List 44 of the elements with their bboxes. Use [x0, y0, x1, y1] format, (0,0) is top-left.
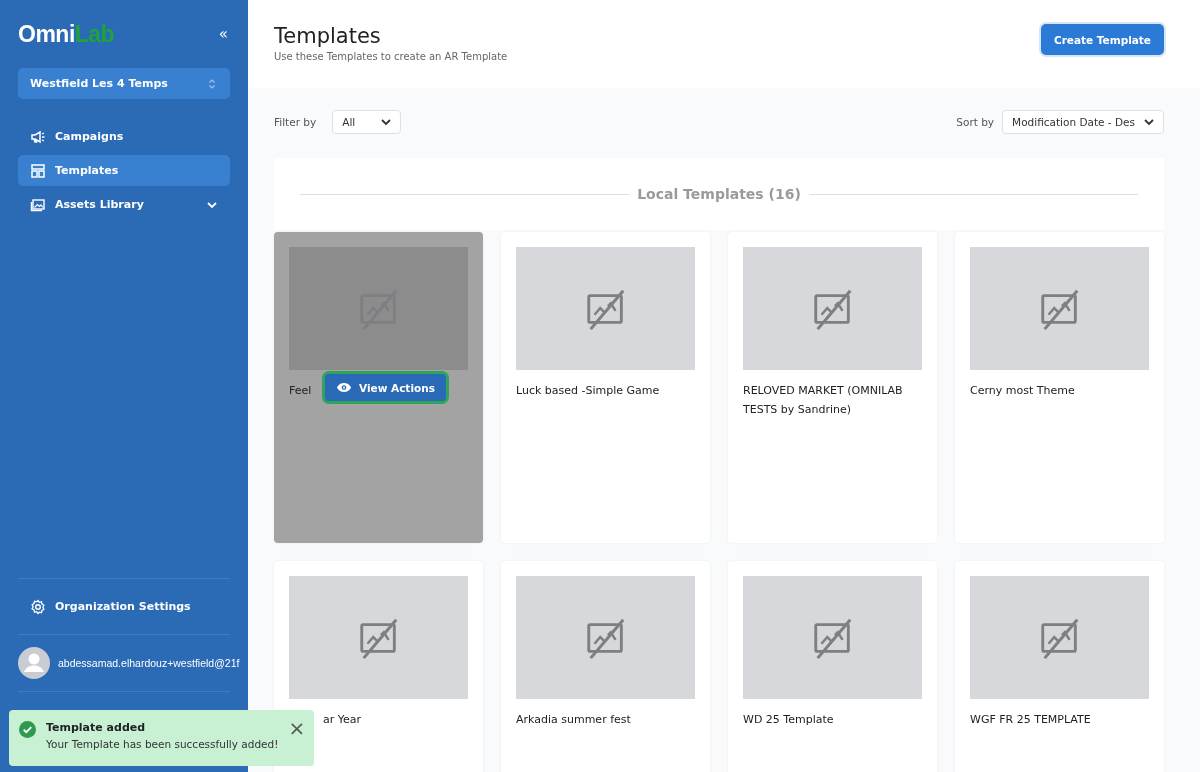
nav-item[interactable]: Templates: [18, 155, 230, 186]
nav-item[interactable]: Campaigns: [18, 121, 230, 152]
check-icon: [19, 721, 36, 738]
template-card[interactable]: Feel View Actions: [274, 232, 483, 543]
nav-item[interactable]: Assets Library: [18, 189, 230, 220]
card-title: Cerny most Theme: [970, 383, 1075, 399]
card-title: WD 25 Template: [743, 712, 834, 728]
avatar-icon: [18, 647, 50, 679]
card-title: Luck based -Simple Game: [516, 383, 660, 399]
chevron-icon: [380, 116, 393, 128]
template-card[interactable]: WD 25 Template: [728, 561, 937, 772]
eye-icon: [336, 382, 352, 393]
settings-icon: [30, 598, 46, 615]
collapse-button[interactable]: «: [216, 25, 230, 43]
section-title: Local Templates (16): [637, 186, 801, 202]
card-title: Arkadia summer fest: [516, 712, 631, 728]
megaphone-icon: [30, 128, 46, 145]
template-card[interactable]: Arkadia summer fest: [501, 561, 710, 772]
toast-title: Template added: [46, 721, 147, 734]
layout-icon: [30, 162, 46, 179]
settings-link[interactable]: Organization Settings: [18, 591, 230, 622]
card-title: Feel: [289, 383, 312, 399]
logo: OmniLab: [18, 20, 115, 48]
organization-select[interactable]: Westfield Les 4 Temps: [18, 68, 230, 99]
view-actions-button[interactable]: View Actions: [322, 371, 449, 404]
page-title: Templates: [274, 24, 382, 48]
filter-select[interactable]: All: [332, 110, 402, 134]
chevron-icon: [1143, 116, 1155, 128]
user-email: abdessamad.elhardouz+westfield@21f: [58, 657, 240, 669]
template-card[interactable]: WGF FR 25 TEMPLATE: [955, 561, 1164, 772]
close-button[interactable]: ×: [288, 721, 306, 735]
card-title: WGF FR 25 TEMPLATE: [970, 712, 1091, 728]
template-card[interactable]: Cerny most Theme: [955, 232, 1164, 543]
create-template-button[interactable]: Create Template: [1040, 24, 1164, 55]
template-card[interactable]: Luck based -Simple Game: [501, 232, 710, 543]
updown-icon: [208, 77, 216, 90]
sort-label: Sort by: [956, 116, 995, 128]
card-title: RELOVED MARKET (OMNILAB TESTS by Sandrine): [743, 383, 904, 418]
images-icon: [30, 196, 46, 213]
page-subtitle: Use these Templates to create an AR Template: [274, 51, 508, 62]
sort-select[interactable]: Modification Date - Des: [1002, 110, 1164, 134]
filter-label: Filter by: [274, 116, 317, 128]
template-card[interactable]: RELOVED MARKET (OMNILAB TESTS by Sandrine): [728, 232, 937, 543]
card-title: ar Year: [323, 712, 362, 728]
